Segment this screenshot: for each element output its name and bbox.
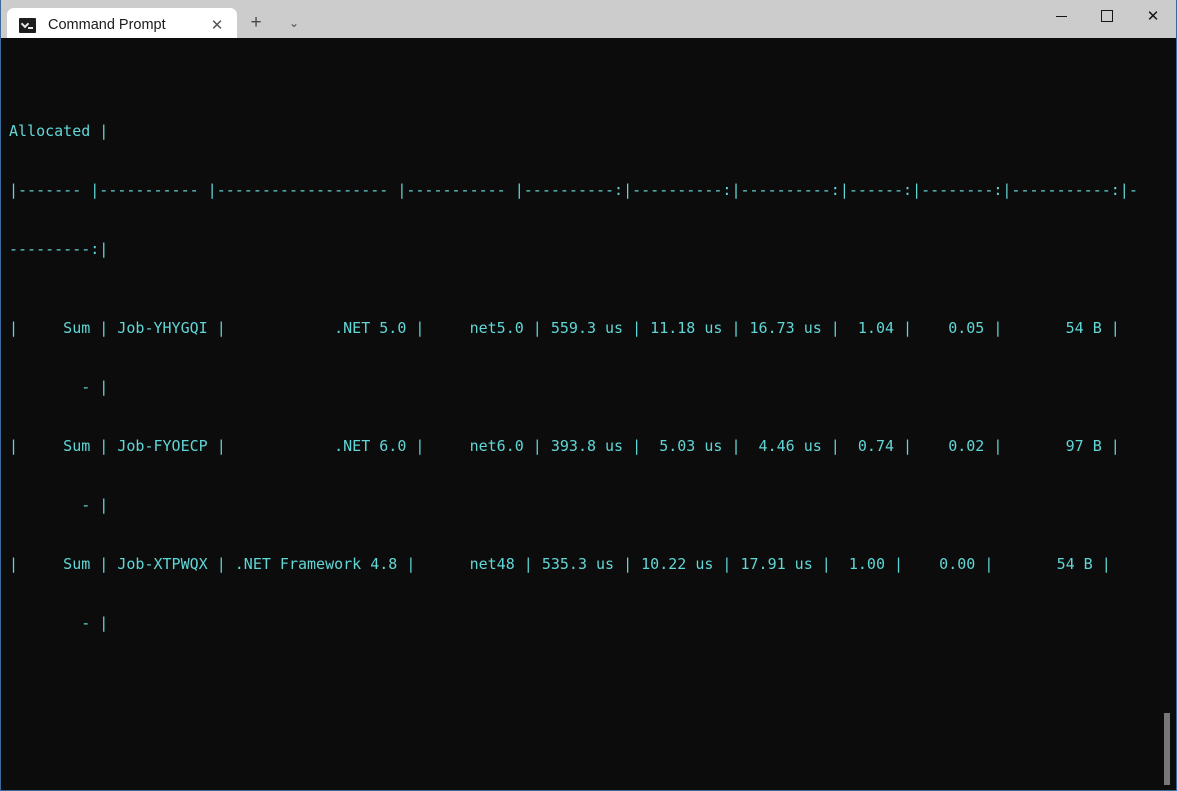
tab-strip: Command Prompt ✕ + ⌄: [1, 0, 313, 38]
command-prompt-icon: [19, 18, 36, 33]
terminal-window: Command Prompt ✕ + ⌄ ✕ Allocated | |----…: [0, 0, 1177, 791]
table-row: | Sum | Job-FYOECP | .NET 6.0 | net6.0 |…: [9, 437, 1159, 457]
tab-command-prompt[interactable]: Command Prompt ✕: [7, 8, 237, 42]
terminal-viewport[interactable]: Allocated | |------- |----------- |-----…: [1, 38, 1176, 790]
scrollbar-thumb[interactable]: [1164, 713, 1170, 785]
vertical-scrollbar[interactable]: [1160, 38, 1175, 790]
window-controls: ✕: [1038, 0, 1176, 32]
minimize-button[interactable]: [1038, 0, 1084, 32]
table-row-wrap: - |: [9, 378, 1159, 398]
new-tab-button[interactable]: +: [237, 6, 275, 40]
table-wrapped-header: Allocated |: [9, 122, 1159, 142]
tab-title: Command Prompt: [48, 17, 203, 33]
blank-line: [9, 693, 1159, 713]
table-separator-line-1: |------- |----------- |-----------------…: [9, 181, 1159, 201]
table-row-wrap: - |: [9, 614, 1159, 634]
table-row: | Sum | Job-XTPWQX | .NET Framework 4.8 …: [9, 555, 1159, 575]
maximize-button[interactable]: [1084, 0, 1130, 32]
table-separator-line-2: ---------:|: [9, 240, 1159, 260]
close-window-button[interactable]: ✕: [1130, 0, 1176, 32]
table-row-wrap: - |: [9, 496, 1159, 516]
terminal-output: Allocated | |------- |----------- |-----…: [9, 43, 1159, 790]
title-bar[interactable]: Command Prompt ✕ + ⌄ ✕: [1, 0, 1176, 38]
table-row: | Sum | Job-YHYGQI | .NET 5.0 | net5.0 |…: [9, 319, 1159, 339]
close-icon[interactable]: ✕: [203, 12, 231, 38]
chevron-down-icon[interactable]: ⌄: [275, 6, 313, 40]
